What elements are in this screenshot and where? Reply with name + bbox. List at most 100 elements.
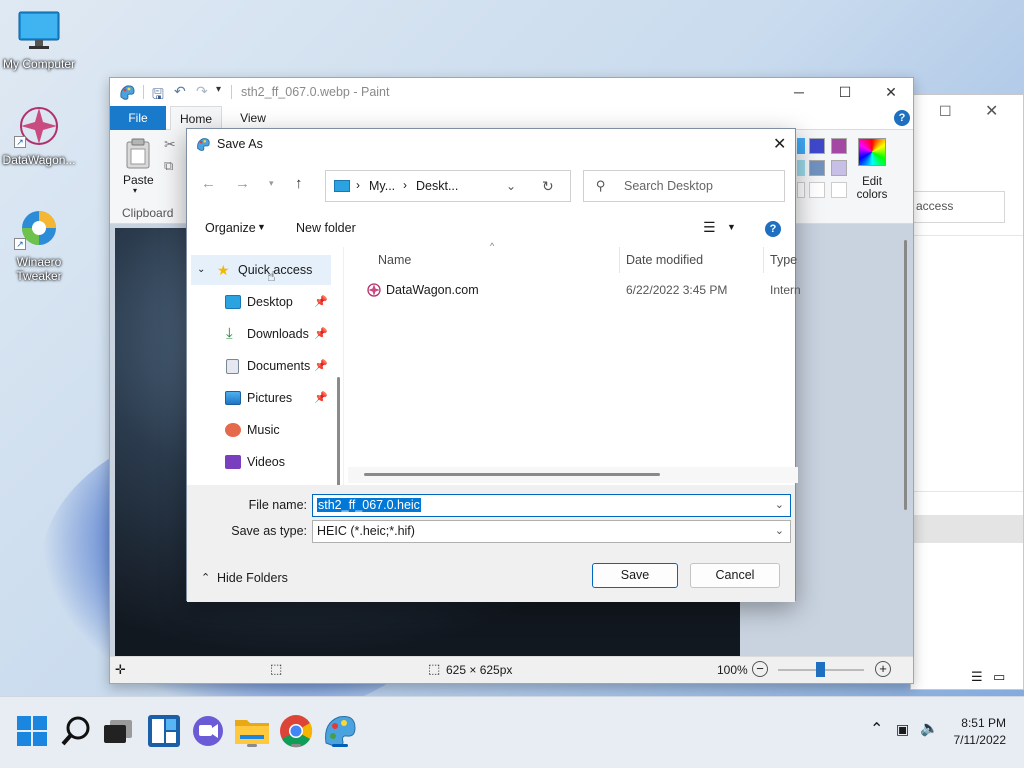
vertical-scrollbar[interactable] xyxy=(904,240,907,510)
paint-taskbar-button[interactable] xyxy=(320,711,360,751)
color-swatch[interactable] xyxy=(809,182,825,198)
pin-icon[interactable]: 📌 xyxy=(314,287,328,317)
save-icon[interactable]: 🖫 xyxy=(152,84,164,108)
file-row[interactable]: DataWagon.com 6/22/2022 3:45 PM Intern xyxy=(344,277,801,303)
column-header-date-modified[interactable]: Date modified xyxy=(626,247,703,273)
nav-item-documents[interactable]: Documents 📌 xyxy=(191,351,331,381)
desktop-icon-winaero-tweaker[interactable]: ↗ Winaero Tweaker xyxy=(0,206,78,283)
tab-file[interactable]: File xyxy=(110,106,166,130)
save-button[interactable]: Save xyxy=(592,563,678,588)
dialog-help-icon[interactable]: ? xyxy=(765,221,781,237)
widgets-button[interactable] xyxy=(144,711,184,751)
column-header-name[interactable]: Name xyxy=(378,247,411,273)
zoom-out-icon[interactable]: − xyxy=(752,661,768,677)
horizontal-scrollbar[interactable] xyxy=(364,473,660,476)
details-view-icon[interactable]: ☰ xyxy=(971,669,983,685)
nav-item-desktop[interactable]: Desktop 📌 xyxy=(191,287,331,317)
color-swatch[interactable] xyxy=(809,138,825,154)
pin-icon[interactable]: 📌 xyxy=(314,383,328,413)
color-swatch[interactable] xyxy=(797,160,805,176)
color-swatch[interactable] xyxy=(831,138,847,154)
paste-label[interactable]: Paste xyxy=(123,173,154,187)
search-taskbar-button[interactable] xyxy=(56,711,96,751)
new-folder-button[interactable]: New folder xyxy=(296,221,356,235)
save-as-type-dropdown-icon[interactable]: ⌄ xyxy=(775,521,784,542)
view-options-icon[interactable]: ☰ xyxy=(703,219,716,236)
up-icon[interactable]: ↑ xyxy=(295,175,303,192)
maximize-icon[interactable]: ☐ xyxy=(939,103,952,120)
save-as-type-select[interactable]: HEIC (*.heic;*.hif) ⌄ xyxy=(312,520,791,543)
paint-app-icon xyxy=(197,138,210,151)
desktop-icon-datawagon[interactable]: ↗ DataWagon... xyxy=(0,104,78,167)
column-separator[interactable] xyxy=(619,247,620,273)
chrome-button[interactable] xyxy=(276,711,316,751)
expand-chevron-icon[interactable]: ⌄ xyxy=(197,255,205,285)
nav-item-downloads[interactable]: ⤓ Downloads 📌 xyxy=(191,319,331,349)
paint-statusbar: ✛ ⬚ ⬚ 625 × 625px 100% − + xyxy=(110,656,913,683)
nav-item-quick-access[interactable]: ⌄ ★ Quick access ☝ xyxy=(191,255,331,285)
cancel-button[interactable]: Cancel xyxy=(690,563,780,588)
edit-colors-label[interactable]: Edit colors xyxy=(854,176,890,202)
system-clock[interactable]: 8:51 PM 7/11/2022 xyxy=(954,715,1007,749)
tiles-view-icon[interactable]: ▭ xyxy=(993,669,1005,685)
zoom-slider-thumb[interactable] xyxy=(816,662,825,677)
volume-icon[interactable]: 🔈 xyxy=(920,719,939,737)
paste-dropdown-icon[interactable]: ▾ xyxy=(133,186,137,195)
cut-icon[interactable]: ✂ xyxy=(164,136,176,153)
file-name-value: sth2_ff_067.0.heic xyxy=(317,498,421,512)
show-hidden-icons-chevron-icon[interactable]: ⌃ xyxy=(870,719,883,739)
redo-icon[interactable]: ↷ xyxy=(196,83,208,100)
hide-folders-button[interactable]: Hide Folders xyxy=(217,571,288,585)
file-name-input[interactable]: sth2_ff_067.0.heic ⌄ xyxy=(312,494,791,517)
nav-item-videos[interactable]: Videos xyxy=(191,447,331,477)
quick-access-dropdown-icon[interactable]: ▾ xyxy=(216,84,221,95)
pin-icon[interactable]: 📌 xyxy=(314,351,328,381)
paste-icon[interactable] xyxy=(124,138,152,170)
address-dropdown-icon[interactable]: ⌄ xyxy=(506,179,516,193)
breadcrumb-desktop[interactable]: Deskt... xyxy=(416,179,458,193)
organize-button[interactable]: Organize xyxy=(205,221,256,235)
background-search-field[interactable]: access xyxy=(911,191,1005,223)
breadcrumb-my-computer[interactable]: My... xyxy=(369,179,395,193)
recent-locations-icon[interactable]: ▾ xyxy=(269,178,274,189)
color-swatch[interactable] xyxy=(809,160,825,176)
desktop-icon-my-computer[interactable]: My Computer xyxy=(0,10,78,71)
undo-icon[interactable]: ↶ xyxy=(174,83,186,100)
file-name-dropdown-icon[interactable]: ⌄ xyxy=(775,495,784,516)
edit-colors-icon[interactable] xyxy=(858,138,886,166)
help-icon[interactable]: ? xyxy=(894,110,910,126)
close-icon[interactable]: ✕ xyxy=(985,101,998,121)
copy-icon[interactable]: ⧉ xyxy=(164,158,173,174)
nav-item-music[interactable]: Music xyxy=(191,415,331,445)
start-button[interactable] xyxy=(12,711,52,751)
forward-icon[interactable]: → xyxy=(235,175,250,192)
task-view-button[interactable] xyxy=(100,711,140,751)
address-bar[interactable]: › My... › Deskt... ⌄ ↻ xyxy=(325,170,571,202)
dialog-close-icon[interactable]: ✕ xyxy=(773,134,786,154)
maximize-button[interactable]: ☐ xyxy=(822,78,868,106)
refresh-icon[interactable]: ↻ xyxy=(542,178,554,195)
color-swatch[interactable] xyxy=(831,160,847,176)
color-swatch[interactable] xyxy=(831,182,847,198)
network-icon[interactable]: ▣ xyxy=(896,721,909,738)
pin-icon[interactable]: 📌 xyxy=(314,319,328,349)
tab-view[interactable]: View xyxy=(228,106,278,130)
organize-dropdown-icon[interactable]: ▼ xyxy=(257,222,266,232)
file-explorer-button[interactable] xyxy=(232,711,272,751)
view-dropdown-icon[interactable]: ▼ xyxy=(727,222,736,232)
nav-item-pictures[interactable]: Pictures 📌 xyxy=(191,383,331,413)
color-swatch[interactable] xyxy=(797,182,805,198)
tab-home[interactable]: Home xyxy=(170,106,222,130)
file-name: DataWagon.com xyxy=(386,283,479,297)
chevron-up-icon[interactable]: ⌃ xyxy=(201,571,210,584)
search-box[interactable]: ⚲ Search Desktop xyxy=(583,170,785,202)
column-separator[interactable] xyxy=(763,247,764,273)
color-swatch[interactable] xyxy=(797,138,805,154)
column-header-type[interactable]: Type xyxy=(770,247,797,273)
back-icon[interactable]: ← xyxy=(201,175,216,192)
close-button[interactable]: ✕ xyxy=(868,78,914,106)
teams-chat-button[interactable] xyxy=(188,711,228,751)
paint-ribbon-tabs: File Home View ? xyxy=(110,106,913,130)
minimize-button[interactable]: ─ xyxy=(776,78,822,106)
zoom-in-icon[interactable]: + xyxy=(875,661,891,677)
